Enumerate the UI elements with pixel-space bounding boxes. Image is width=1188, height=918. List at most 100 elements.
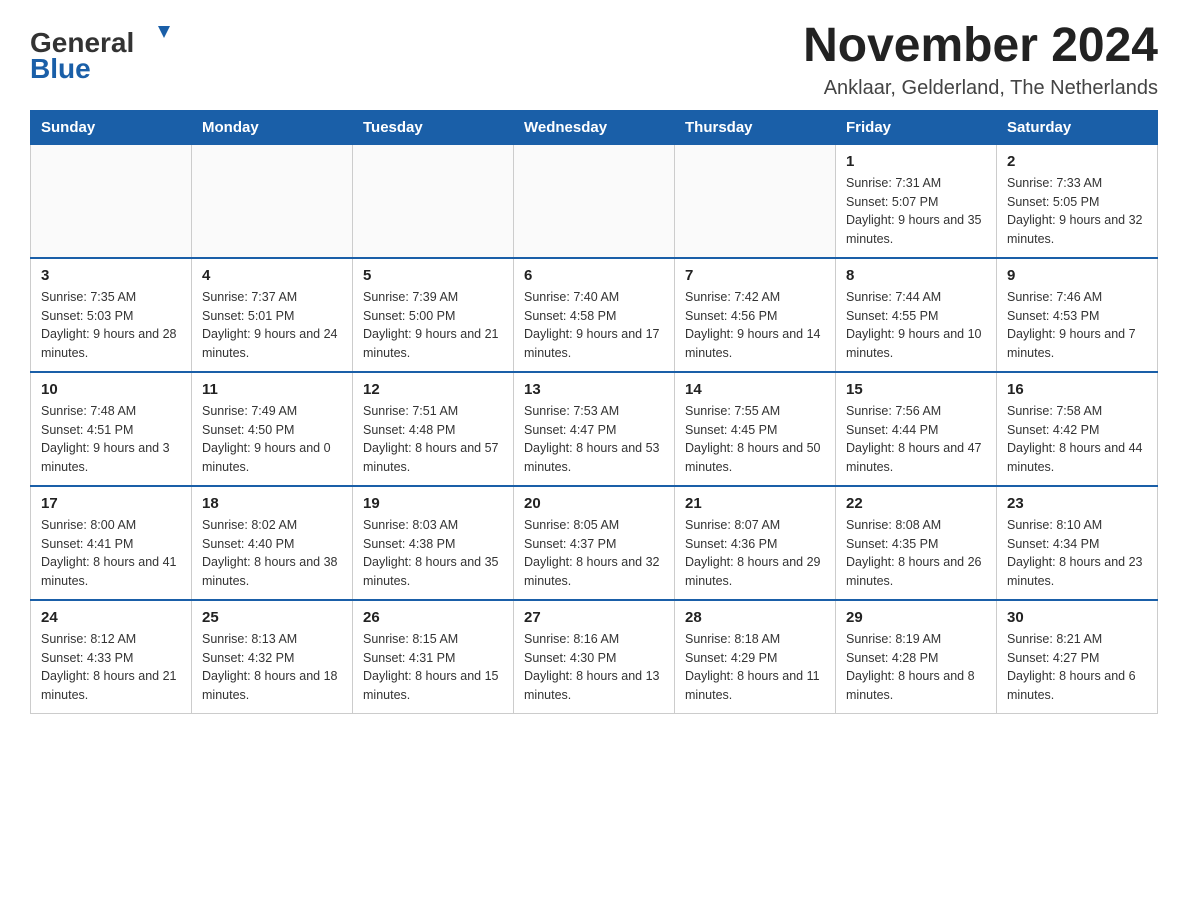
day-number: 4	[202, 267, 342, 284]
logo: General Blue	[30, 20, 190, 90]
calendar-cell: 22Sunrise: 8:08 AM Sunset: 4:35 PM Dayli…	[836, 486, 997, 600]
calendar-header-tuesday: Tuesday	[353, 110, 514, 144]
day-info: Sunrise: 8:13 AM Sunset: 4:32 PM Dayligh…	[202, 630, 342, 705]
day-number: 13	[524, 381, 664, 398]
day-info: Sunrise: 8:15 AM Sunset: 4:31 PM Dayligh…	[363, 630, 503, 705]
calendar-header-wednesday: Wednesday	[514, 110, 675, 144]
day-info: Sunrise: 8:00 AM Sunset: 4:41 PM Dayligh…	[41, 516, 181, 591]
day-info: Sunrise: 7:48 AM Sunset: 4:51 PM Dayligh…	[41, 402, 181, 477]
day-number: 21	[685, 495, 825, 512]
day-info: Sunrise: 7:46 AM Sunset: 4:53 PM Dayligh…	[1007, 288, 1147, 363]
calendar-week-row: 10Sunrise: 7:48 AM Sunset: 4:51 PM Dayli…	[31, 372, 1158, 486]
day-number: 26	[363, 609, 503, 626]
calendar-cell: 21 Sunrise: 8:07 AM Sunset: 4:36 PM Dayli…	[675, 486, 836, 600]
logo-svg: General Blue	[30, 20, 190, 90]
day-info: Sunrise: 7:56 AM Sunset: 4:44 PM Dayligh…	[846, 402, 986, 477]
calendar-cell	[353, 144, 514, 258]
calendar-week-row: 17 Sunrise: 8:00 AM Sunset: 4:41 PM Dayli…	[31, 486, 1158, 600]
calendar-cell: 2 Sunrise: 7:33 AM Sunset: 5:05 PM Daylig…	[997, 144, 1158, 258]
calendar-cell: 19 Sunrise: 8:03 AM Sunset: 4:38 PM Dayli…	[353, 486, 514, 600]
calendar-table: SundayMondayTuesdayWednesdayThursdayFrid…	[30, 110, 1158, 714]
calendar-week-row: 3 Sunrise: 7:35 AM Sunset: 5:03 PM Daylig…	[31, 258, 1158, 372]
day-number: 12	[363, 381, 503, 398]
day-info: Sunrise: 8:19 AM Sunset: 4:28 PM Dayligh…	[846, 630, 986, 705]
day-info: Sunrise: 7:53 AM Sunset: 4:47 PM Dayligh…	[524, 402, 664, 477]
day-number: 1	[846, 153, 986, 170]
day-number: 18	[202, 495, 342, 512]
calendar-cell	[514, 144, 675, 258]
calendar-header-row: SundayMondayTuesdayWednesdayThursdayFrid…	[31, 110, 1158, 144]
day-info: Sunrise: 8:10 AM Sunset: 4:34 PM Dayligh…	[1007, 516, 1147, 591]
day-number: 27	[524, 609, 664, 626]
calendar-header-thursday: Thursday	[675, 110, 836, 144]
title-block: November 2024 Anklaar, Gelderland, The N…	[803, 20, 1158, 100]
calendar-cell: 20 Sunrise: 8:05 AM Sunset: 4:37 PM Dayli…	[514, 486, 675, 600]
day-number: 3	[41, 267, 181, 284]
calendar-cell: 12 Sunrise: 7:51 AM Sunset: 4:48 PM Dayli…	[353, 372, 514, 486]
calendar-cell: 26 Sunrise: 8:15 AM Sunset: 4:31 PM Dayli…	[353, 600, 514, 714]
calendar-cell: 23 Sunrise: 8:10 AM Sunset: 4:34 PM Dayli…	[997, 486, 1158, 600]
calendar-header-friday: Friday	[836, 110, 997, 144]
day-info: Sunrise: 8:03 AM Sunset: 4:38 PM Dayligh…	[363, 516, 503, 591]
calendar-cell: 7 Sunrise: 7:42 AM Sunset: 4:56 PM Daylig…	[675, 258, 836, 372]
calendar-cell: 6 Sunrise: 7:40 AM Sunset: 4:58 PM Daylig…	[514, 258, 675, 372]
day-number: 30	[1007, 609, 1147, 626]
day-info: Sunrise: 8:02 AM Sunset: 4:40 PM Dayligh…	[202, 516, 342, 591]
day-info: Sunrise: 7:44 AM Sunset: 4:55 PM Dayligh…	[846, 288, 986, 363]
day-number: 7	[685, 267, 825, 284]
day-number: 5	[363, 267, 503, 284]
calendar-cell: 13 Sunrise: 7:53 AM Sunset: 4:47 PM Dayli…	[514, 372, 675, 486]
day-number: 6	[524, 267, 664, 284]
day-info: Sunrise: 8:12 AM Sunset: 4:33 PM Dayligh…	[41, 630, 181, 705]
calendar-cell: 1 Sunrise: 7:31 AM Sunset: 5:07 PM Daylig…	[836, 144, 997, 258]
calendar-cell: 27 Sunrise: 8:16 AM Sunset: 4:30 PM Dayli…	[514, 600, 675, 714]
day-info: Sunrise: 7:51 AM Sunset: 4:48 PM Dayligh…	[363, 402, 503, 477]
day-number: 23	[1007, 495, 1147, 512]
day-number: 29	[846, 609, 986, 626]
day-number: 25	[202, 609, 342, 626]
day-number: 17	[41, 495, 181, 512]
day-info: Sunrise: 7:49 AM Sunset: 4:50 PM Dayligh…	[202, 402, 342, 477]
calendar-cell: 11 Sunrise: 7:49 AM Sunset: 4:50 PM Dayli…	[192, 372, 353, 486]
calendar-week-row: 24 Sunrise: 8:12 AM Sunset: 4:33 PM Dayli…	[31, 600, 1158, 714]
day-info: Sunrise: 8:16 AM Sunset: 4:30 PM Dayligh…	[524, 630, 664, 705]
day-number: 15	[846, 381, 986, 398]
calendar-cell: 30 Sunrise: 8:21 AM Sunset: 4:27 PM Dayli…	[997, 600, 1158, 714]
calendar-cell	[192, 144, 353, 258]
calendar-cell	[675, 144, 836, 258]
day-info: Sunrise: 8:08 AM Sunset: 4:35 PM Dayligh…	[846, 516, 986, 591]
day-info: Sunrise: 8:07 AM Sunset: 4:36 PM Dayligh…	[685, 516, 825, 591]
calendar-cell: 16Sunrise: 7:58 AM Sunset: 4:42 PM Dayli…	[997, 372, 1158, 486]
day-info: Sunrise: 8:18 AM Sunset: 4:29 PM Dayligh…	[685, 630, 825, 705]
calendar-cell: 24 Sunrise: 8:12 AM Sunset: 4:33 PM Dayli…	[31, 600, 192, 714]
day-number: 28	[685, 609, 825, 626]
calendar-cell: 29 Sunrise: 8:19 AM Sunset: 4:28 PM Dayli…	[836, 600, 997, 714]
day-number: 9	[1007, 267, 1147, 284]
day-info: Sunrise: 8:05 AM Sunset: 4:37 PM Dayligh…	[524, 516, 664, 591]
day-number: 20	[524, 495, 664, 512]
day-info: Sunrise: 7:31 AM Sunset: 5:07 PM Dayligh…	[846, 174, 986, 249]
calendar-cell: 28 Sunrise: 8:18 AM Sunset: 4:29 PM Dayli…	[675, 600, 836, 714]
day-info: Sunrise: 7:35 AM Sunset: 5:03 PM Dayligh…	[41, 288, 181, 363]
day-info: Sunrise: 7:42 AM Sunset: 4:56 PM Dayligh…	[685, 288, 825, 363]
day-info: Sunrise: 7:40 AM Sunset: 4:58 PM Dayligh…	[524, 288, 664, 363]
svg-text:Blue: Blue	[30, 53, 91, 84]
calendar-cell: 8Sunrise: 7:44 AM Sunset: 4:55 PM Daylig…	[836, 258, 997, 372]
calendar-header-monday: Monday	[192, 110, 353, 144]
calendar-cell: 10Sunrise: 7:48 AM Sunset: 4:51 PM Dayli…	[31, 372, 192, 486]
day-number: 14	[685, 381, 825, 398]
month-title: November 2024	[803, 20, 1158, 73]
calendar-cell: 5 Sunrise: 7:39 AM Sunset: 5:00 PM Daylig…	[353, 258, 514, 372]
day-info: Sunrise: 7:55 AM Sunset: 4:45 PM Dayligh…	[685, 402, 825, 477]
location-title: Anklaar, Gelderland, The Netherlands	[803, 77, 1158, 100]
day-number: 19	[363, 495, 503, 512]
day-number: 11	[202, 381, 342, 398]
day-info: Sunrise: 7:33 AM Sunset: 5:05 PM Dayligh…	[1007, 174, 1147, 249]
day-info: Sunrise: 7:39 AM Sunset: 5:00 PM Dayligh…	[363, 288, 503, 363]
day-info: Sunrise: 8:21 AM Sunset: 4:27 PM Dayligh…	[1007, 630, 1147, 705]
calendar-cell: 17 Sunrise: 8:00 AM Sunset: 4:41 PM Dayli…	[31, 486, 192, 600]
calendar-header-sunday: Sunday	[31, 110, 192, 144]
calendar-cell	[31, 144, 192, 258]
day-number: 2	[1007, 153, 1147, 170]
day-number: 24	[41, 609, 181, 626]
